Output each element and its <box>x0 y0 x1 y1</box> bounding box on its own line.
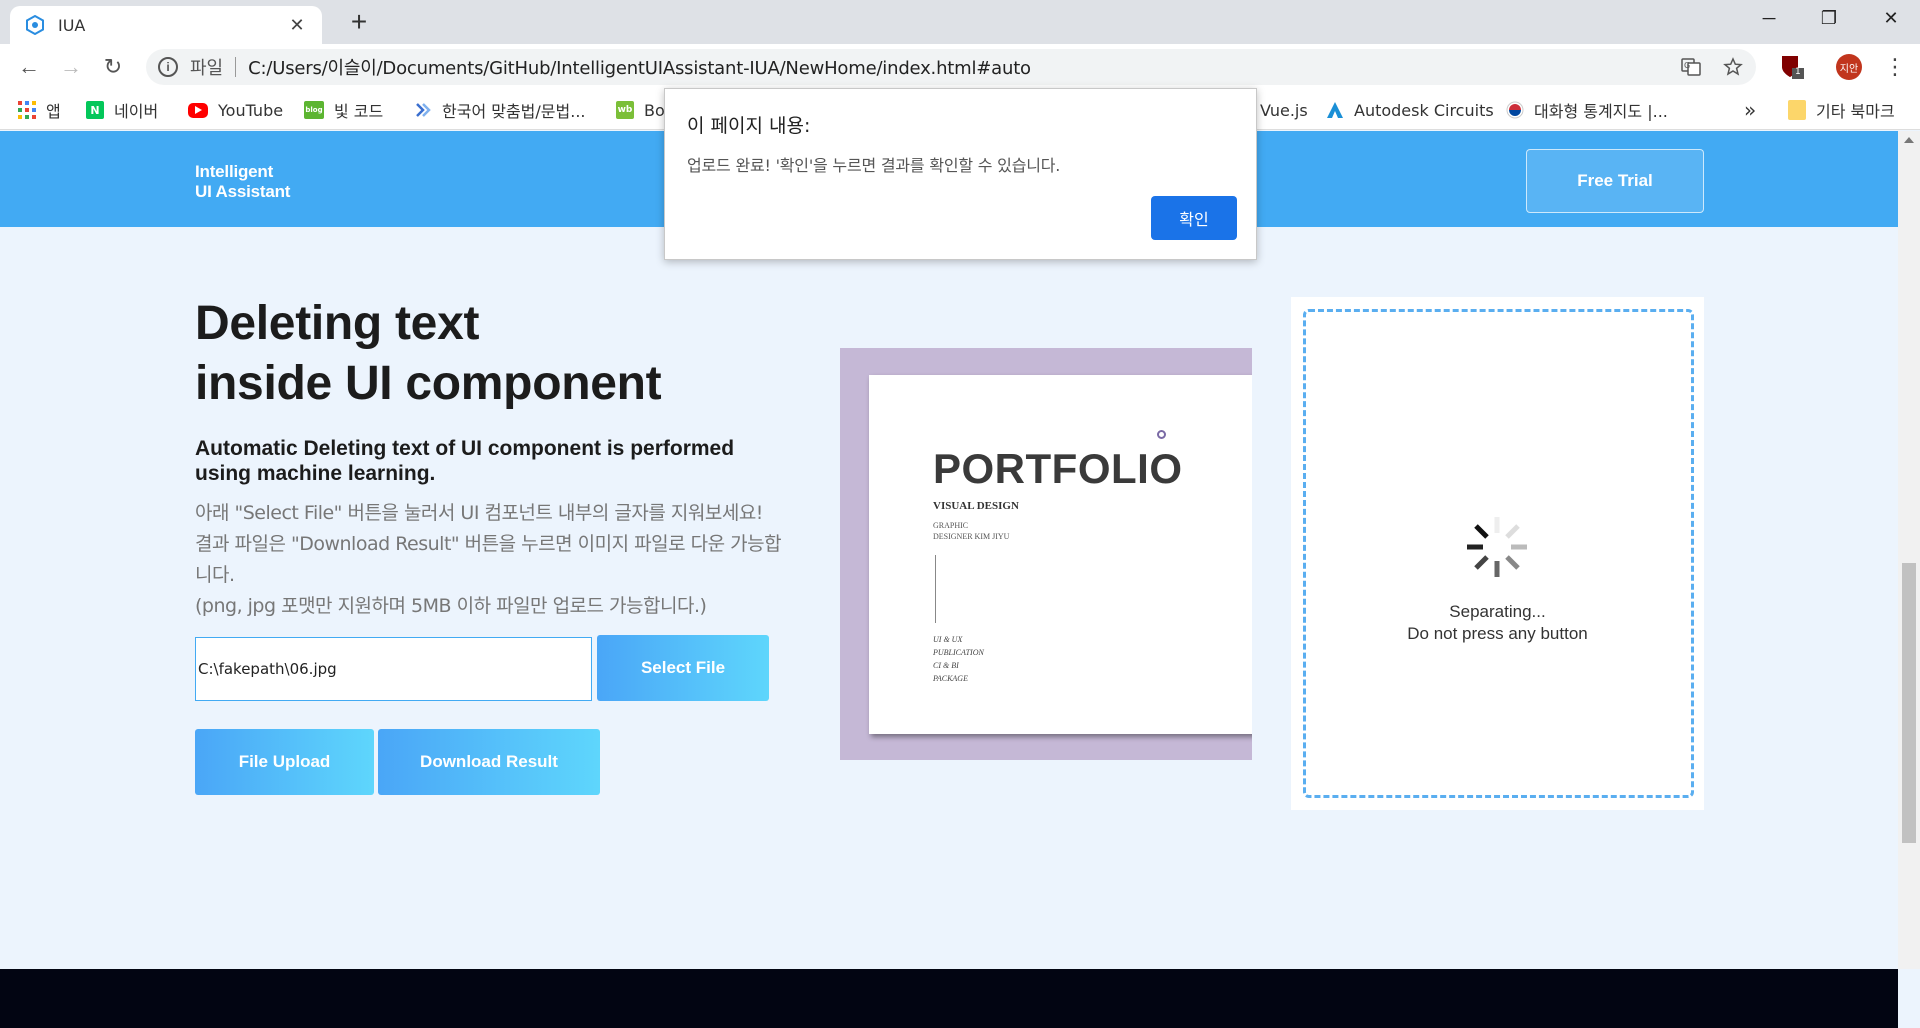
portfolio-cover: PORTFOLIO VISUAL DESIGN GRAPHIC DESIGNER… <box>869 375 1252 734</box>
restore-button[interactable]: ❐ <box>1800 0 1858 36</box>
profile-avatar[interactable]: 지안 <box>1836 54 1862 80</box>
bookmark-blog[interactable]: blog 빛 코드 <box>304 98 383 122</box>
wb-icon: wb <box>616 101 634 119</box>
translate-icon[interactable]: G <box>1676 49 1706 85</box>
status-line-1: Separating... <box>1449 602 1546 621</box>
page-title: Deleting text inside UI component <box>195 294 662 414</box>
scroll-up-icon[interactable] <box>1904 137 1914 143</box>
file-upload-button[interactable]: File Upload <box>195 729 374 795</box>
graphic-label: GRAPHIC <box>933 521 969 530</box>
bookmark-star-icon[interactable] <box>1718 49 1748 85</box>
bookmark-label: Autodesk Circuits <box>1354 100 1494 120</box>
bookmark-naver[interactable]: N 네이버 <box>86 98 158 122</box>
bookmark-label: 앱 <box>46 102 61 121</box>
svg-text:G: G <box>1684 61 1690 70</box>
select-file-button[interactable]: Select File <box>597 635 769 701</box>
autodesk-icon <box>1326 101 1344 119</box>
instruction-line-3: (png, jpg 포맷만 지원하며 5MB 이하 파일만 업로드 가능합니다.… <box>195 595 707 617</box>
dialog-ok-button[interactable]: 확인 <box>1151 196 1237 240</box>
browser-tabstrip: IUA ✕ + ─ ❐ ✕ <box>0 0 1920 44</box>
bookmark-label: 대화형 통계지도 |... <box>1534 102 1668 121</box>
url-text[interactable]: C:/Users/이슬이/Documents/GitHub/Intelligen… <box>248 54 1031 80</box>
tab-title: IUA <box>58 15 86 35</box>
logo-line-1: Intelligent <box>195 162 274 181</box>
list-item: CI & BI <box>933 661 959 670</box>
browser-toolbar: ← → ↻ i 파일 C:/Users/이슬이/Documents/GitHub… <box>0 44 1920 90</box>
scheme-label: 파일 <box>190 58 224 79</box>
bookmark-statistics-map[interactable]: 대화형 통계지도 |... <box>1506 98 1668 122</box>
spellcheck-icon <box>414 101 432 119</box>
folder-icon <box>1788 100 1806 120</box>
list-item: UI & UX <box>933 635 963 644</box>
list-item: PACKAGE <box>933 674 968 683</box>
browser-menu-icon[interactable]: ⋮ <box>1884 54 1906 80</box>
download-result-button[interactable]: Download Result <box>378 729 600 795</box>
dialog-message: 업로드 완료! '확인'을 누르면 결과를 확인할 수 있습니다. <box>687 156 1061 175</box>
bookmark-label: 기타 북마크 <box>1816 102 1895 121</box>
bookmark-youtube[interactable]: YouTube <box>188 98 283 122</box>
apps-grid-icon <box>18 101 36 119</box>
site-footer <box>0 969 1898 1028</box>
bookmark-spellcheck[interactable]: 한국어 맞춤법/문법... <box>414 98 586 122</box>
result-panel: Separating... Do not press any button <box>1291 297 1704 810</box>
bookmark-wb[interactable]: wb Bo <box>616 98 665 122</box>
reload-button[interactable]: ↻ <box>98 52 128 82</box>
loading-spinner-icon <box>1467 517 1527 577</box>
instruction-line-1: 아래 "Select File" 버튼을 눌러서 UI 컴포넌트 내부의 글자를… <box>195 502 763 524</box>
uploaded-image-preview: PORTFOLIO VISUAL DESIGN GRAPHIC DESIGNER… <box>840 348 1252 760</box>
new-tab-button[interactable]: + <box>344 8 374 38</box>
status-line-2: Do not press any button <box>1407 624 1588 643</box>
title-line-2: inside UI component <box>195 357 662 410</box>
window-close-button[interactable]: ✕ <box>1862 0 1920 36</box>
free-trial-button[interactable]: Free Trial <box>1526 149 1704 213</box>
bookmarks-overflow-button[interactable]: » <box>1744 98 1756 122</box>
bookmark-label: YouTube <box>218 100 284 120</box>
dialog-title: 이 페이지 내용: <box>687 115 811 137</box>
bookmark-label: Bo <box>644 100 665 120</box>
title-line-1: Deleting text <box>195 297 480 350</box>
bookmark-label: 네이버 <box>114 102 159 121</box>
bookmark-label: Vue.js <box>1260 100 1308 120</box>
bookmark-label: 빛 코드 <box>334 102 384 121</box>
other-bookmarks-folder[interactable]: 기타 북마크 <box>1788 98 1895 122</box>
tab-close-icon[interactable]: ✕ <box>286 15 308 36</box>
browser-tab[interactable]: IUA ✕ <box>10 6 322 44</box>
list-item: PUBLICATION <box>933 648 984 657</box>
extension-badge: 1 <box>1795 67 1801 77</box>
instruction-line-2: 결과 파일은 "Download Result" 버튼을 누르면 이미지 파일로… <box>195 533 782 586</box>
circle-decoration-icon <box>1157 430 1166 439</box>
bookmark-apps[interactable]: 앱 <box>18 98 61 122</box>
back-button[interactable]: ← <box>14 52 44 82</box>
omnibox-divider <box>235 57 237 77</box>
portfolio-list: UI & UX PUBLICATION CI & BI PACKAGE <box>933 633 984 685</box>
divider-line <box>935 555 936 623</box>
designer-label: DESIGNER KIM JIYU <box>933 532 1010 541</box>
visual-design-label: VISUAL DESIGN <box>933 500 1019 512</box>
status-text: Separating... Do not press any button <box>1291 601 1704 645</box>
naver-icon: N <box>86 101 104 119</box>
page-scrollbar[interactable] <box>1898 131 1920 969</box>
korea-flag-icon <box>1506 101 1524 119</box>
page-subtitle: Automatic Deleting text of UI component … <box>195 437 735 485</box>
site-logo[interactable]: Intelligent UI Assistant <box>195 162 290 202</box>
portfolio-title: PORTFOLIO <box>933 445 1183 492</box>
scroll-thumb[interactable] <box>1902 563 1916 843</box>
ublock-extension-icon[interactable]: 1 <box>1778 53 1806 81</box>
file-path-field[interactable]: C:\fakepath\06.jpg <box>195 637 592 701</box>
address-bar[interactable]: i 파일 C:/Users/이슬이/Documents/GitHub/Intel… <box>146 49 1756 85</box>
blog-icon: blog <box>304 101 324 119</box>
alert-dialog: 이 페이지 내용: 업로드 완료! '확인'을 누르면 결과를 확인할 수 있습… <box>664 88 1257 260</box>
forward-button[interactable]: → <box>56 52 86 82</box>
youtube-icon <box>188 102 208 118</box>
bookmark-vue[interactable]: Vue.js <box>1260 98 1308 122</box>
bookmark-autodesk[interactable]: Autodesk Circuits <box>1326 98 1494 122</box>
logo-line-2: UI Assistant <box>195 182 291 201</box>
minimize-button[interactable]: ─ <box>1740 0 1798 36</box>
iua-favicon-icon <box>24 14 46 36</box>
site-info-icon[interactable]: i <box>158 57 178 77</box>
bookmark-label: 한국어 맞춤법/문법... <box>442 102 586 121</box>
instructions: 아래 "Select File" 버튼을 눌러서 UI 컴포넌트 내부의 글자를… <box>195 498 795 622</box>
